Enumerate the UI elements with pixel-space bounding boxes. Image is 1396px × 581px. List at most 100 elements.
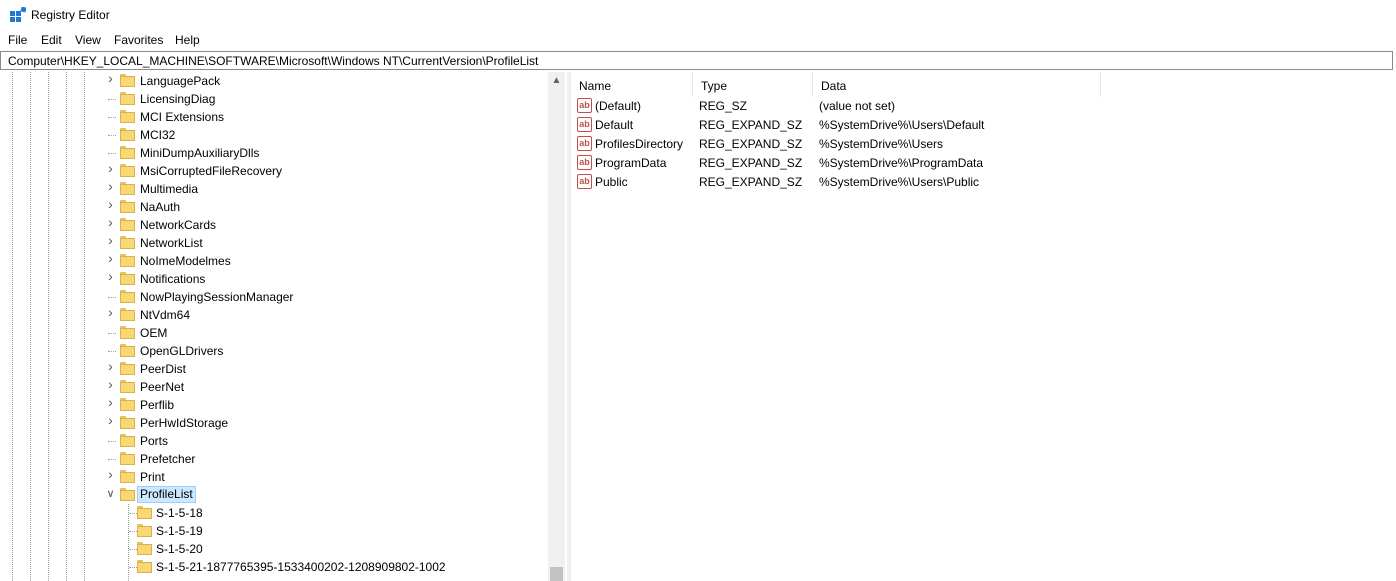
tree-item[interactable]: › PerHwIdStorage <box>0 413 548 432</box>
value-row[interactable]: ab (Default) REG_SZ (value not set) <box>571 97 1396 116</box>
tree-scrollbar[interactable]: ▲ <box>548 72 565 581</box>
chevron-down-icon[interactable]: ∨ <box>105 489 116 500</box>
tree-connector <box>108 333 116 334</box>
chevron-right-icon[interactable]: › <box>105 377 116 391</box>
tree-item-label: NowPlayingSessionManager <box>140 290 294 304</box>
value-data-cell: %SystemDrive%\ProgramData <box>819 156 984 170</box>
tree-item[interactable]: › PeerNet <box>0 377 548 396</box>
tree-item-label: OEM <box>140 326 168 340</box>
tree-item[interactable]: S-1-5-21-1877765395-1533400202-120890980… <box>0 558 548 576</box>
tree-item-label: NoImeModelmes <box>140 254 231 268</box>
address-bar[interactable]: Computer\HKEY_LOCAL_MACHINE\SOFTWARE\Mic… <box>0 51 1393 70</box>
folder-icon <box>120 344 135 357</box>
value-name-cell: ProfilesDirectory <box>595 137 684 151</box>
chevron-right-icon[interactable]: › <box>105 395 116 409</box>
value-row[interactable]: ab ProgramData REG_EXPAND_SZ %SystemDrive%\… <box>571 154 1396 173</box>
tree-item[interactable]: NowPlayingSessionManager <box>0 288 548 306</box>
string-value-icon: ab <box>577 174 592 189</box>
folder-icon <box>137 542 152 555</box>
tree-item-label: NaAuth <box>140 200 181 214</box>
value-type-cell: REG_EXPAND_SZ <box>699 156 803 170</box>
tree-item[interactable]: S-1-5-20 <box>0 540 548 558</box>
menu-view[interactable]: View <box>75 33 101 47</box>
tree-item-label: PeerNet <box>140 380 185 394</box>
value-type-cell: REG_EXPAND_SZ <box>699 137 803 151</box>
value-data-cell: %SystemDrive%\Users\Default <box>819 118 985 132</box>
tree-item[interactable]: MCI32 <box>0 126 548 144</box>
menu-bar: File Edit View Favorites Help <box>0 30 1396 50</box>
chevron-right-icon[interactable]: › <box>105 251 116 265</box>
tree-item-label: MCI32 <box>140 128 176 142</box>
tree-item-label: MiniDumpAuxiliaryDlls <box>140 146 260 160</box>
tree-item-label: MCI Extensions <box>140 110 225 124</box>
scroll-thumb[interactable] <box>550 567 563 581</box>
value-row[interactable]: ab Default REG_EXPAND_SZ %SystemDrive%\User… <box>571 116 1396 135</box>
tree-item[interactable]: MiniDumpAuxiliaryDlls <box>0 144 548 162</box>
tree-item[interactable]: › NtVdm64 <box>0 305 548 324</box>
folder-icon <box>120 272 135 285</box>
menu-help[interactable]: Help <box>175 33 200 47</box>
tree-item[interactable]: › NoImeModelmes <box>0 251 548 270</box>
folder-icon <box>120 92 135 105</box>
chevron-right-icon[interactable]: › <box>105 179 116 193</box>
chevron-right-icon[interactable]: › <box>105 197 116 211</box>
tree-connector <box>108 441 116 442</box>
chevron-right-icon[interactable]: › <box>105 359 116 373</box>
tree-item[interactable]: › LanguagePack <box>0 72 548 90</box>
value-row[interactable]: ab Public REG_EXPAND_SZ %SystemDrive%\Users… <box>571 173 1396 192</box>
menu-favorites[interactable]: Favorites <box>114 33 163 47</box>
column-header-name[interactable]: Name <box>571 72 693 97</box>
tree-connector <box>129 513 137 514</box>
folder-icon <box>120 434 135 447</box>
tree-item[interactable]: S-1-5-19 <box>0 522 548 540</box>
column-header-data[interactable]: Data <box>813 72 1101 97</box>
tree-item[interactable]: › NaAuth <box>0 197 548 216</box>
tree-item[interactable]: Ports <box>0 432 548 450</box>
chevron-right-icon[interactable]: › <box>105 413 116 427</box>
tree-item[interactable]: › Print <box>0 467 548 486</box>
tree-connector <box>108 351 116 352</box>
tree-item[interactable]: LicensingDiag <box>0 90 548 108</box>
tree-item-label: Ports <box>140 434 169 448</box>
column-header-type[interactable]: Type <box>693 72 813 97</box>
folder-icon <box>137 524 152 537</box>
tree-item[interactable]: MCI Extensions <box>0 108 548 126</box>
menu-edit[interactable]: Edit <box>41 33 62 47</box>
values-list-pane: Name Type Data ab (Default) REG_SZ (value n… <box>571 72 1396 581</box>
tree-item[interactable]: › NetworkCards <box>0 215 548 234</box>
chevron-right-icon[interactable]: › <box>105 305 116 319</box>
menu-file[interactable]: File <box>8 33 27 47</box>
tree-item[interactable]: S-1-5-18 <box>0 504 548 522</box>
tree-item-label: PeerDist <box>140 362 187 376</box>
tree-connector <box>129 567 137 568</box>
tree-item[interactable]: › NetworkList <box>0 233 548 252</box>
value-row[interactable]: ab ProfilesDirectory REG_EXPAND_SZ %SystemD… <box>571 135 1396 154</box>
chevron-right-icon[interactable]: › <box>105 215 116 229</box>
tree-item[interactable]: Prefetcher <box>0 450 548 468</box>
folder-icon <box>120 146 135 159</box>
folder-icon <box>120 488 135 501</box>
tree-item-label: Multimedia <box>140 182 199 196</box>
tree-item-label: S-1-5-21-1877765395-1533400202-120890980… <box>156 560 446 574</box>
chevron-right-icon[interactable]: › <box>105 269 116 283</box>
tree-item[interactable]: › Perflib <box>0 395 548 414</box>
chevron-right-icon[interactable]: › <box>105 72 116 85</box>
tree-item[interactable]: › Multimedia <box>0 179 548 198</box>
tree-item[interactable]: › PeerDist <box>0 359 548 378</box>
chevron-right-icon[interactable]: › <box>105 161 116 175</box>
tree-item[interactable]: OEM <box>0 324 548 342</box>
tree-item[interactable]: › Notifications <box>0 269 548 288</box>
address-path[interactable]: Computer\HKEY_LOCAL_MACHINE\SOFTWARE\Mic… <box>8 54 538 68</box>
tree-connector <box>108 297 116 298</box>
column-header-label: Data <box>821 79 847 93</box>
tree-item-label: NetworkCards <box>140 218 217 232</box>
tree-item[interactable]: › MsiCorruptedFileRecovery <box>0 161 548 180</box>
scroll-up-arrow-icon[interactable]: ▲ <box>548 72 565 89</box>
value-name-cell: ProgramData <box>595 156 667 170</box>
value-type-cell: REG_SZ <box>699 99 748 113</box>
chevron-right-icon[interactable]: › <box>105 233 116 247</box>
chevron-right-icon[interactable]: › <box>105 467 116 481</box>
value-data-cell: %SystemDrive%\Users <box>819 137 944 151</box>
tree-item[interactable]: OpenGLDrivers <box>0 342 548 360</box>
tree-item[interactable]: ∨ ProfileList <box>0 486 548 504</box>
